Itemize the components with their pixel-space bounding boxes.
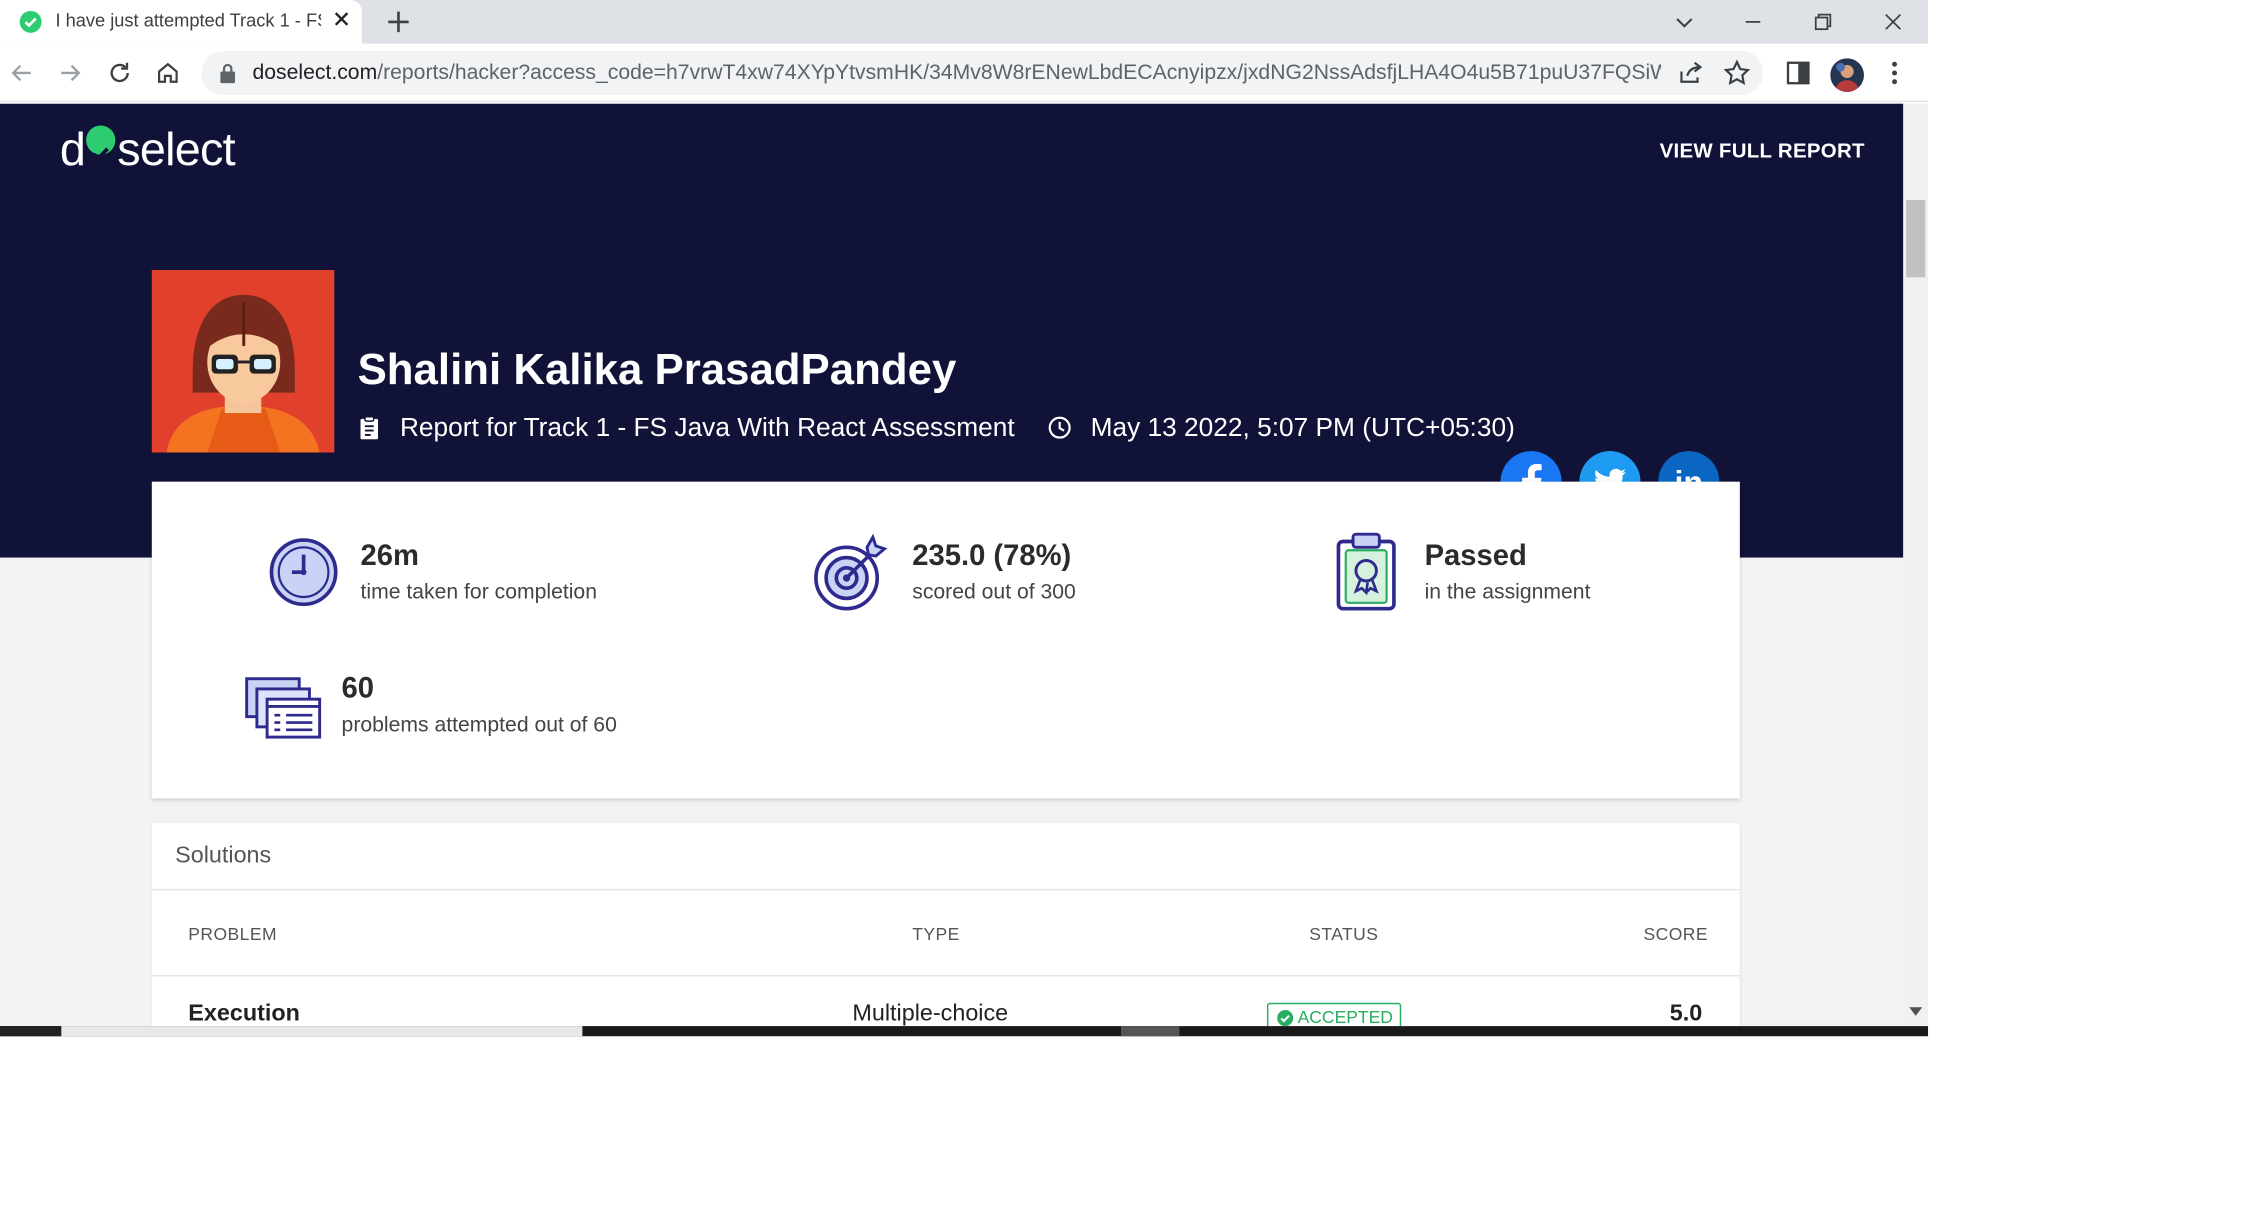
report-title: Report for Track 1 - FS Java With React …	[399, 412, 1015, 442]
page-content: d select VIEW FULL REPORT Shalini Kalika…	[0, 103, 1904, 1027]
time-label: time taken for completion	[360, 580, 597, 605]
taskbar-strip	[0, 1026, 1929, 1037]
logo-check-icon	[86, 125, 116, 162]
browser-window: I have just attempted Track 1 - FS dosel…	[0, 0, 1929, 1037]
row-type: Multiple-choice	[852, 1001, 1009, 1027]
share-icon[interactable]	[1676, 58, 1705, 87]
vertical-scrollbar[interactable]	[1903, 103, 1929, 1027]
score-stat: 235.0 (78%) scored out of 300	[912, 540, 1076, 604]
column-problem[interactable]: PROBLEM	[188, 924, 277, 944]
reload-icon[interactable]	[105, 58, 134, 87]
attempted-value: 60	[341, 672, 375, 705]
row-problem[interactable]: Execution	[188, 1001, 300, 1026]
tab-title: I have just attempted Track 1 - FS	[55, 10, 322, 31]
check-circle-icon	[19, 10, 42, 33]
clipboard-icon	[360, 416, 379, 440]
lock-icon[interactable]	[219, 63, 237, 84]
view-full-report-link[interactable]: VIEW FULL REPORT	[1660, 139, 1865, 162]
forward-arrow-icon[interactable]	[55, 58, 84, 87]
scrollbar-thumb[interactable]	[1906, 199, 1926, 278]
doselect-logo[interactable]: d select	[60, 123, 236, 177]
target-icon	[814, 533, 888, 611]
back-arrow-icon[interactable]	[7, 58, 36, 87]
score-value: 235.0 (78%)	[912, 540, 1072, 573]
certificate-icon	[1336, 532, 1396, 611]
attempted-stat: 60 problems attempted out of 60	[342, 673, 617, 737]
tab-strip: I have just attempted Track 1 - FS	[0, 0, 1929, 44]
result-value: Passed	[1424, 540, 1527, 573]
summary-card: 26m time taken for completion 235.0 (78%…	[151, 481, 1740, 799]
column-score[interactable]: SCORE	[1644, 924, 1708, 944]
new-tab-icon[interactable]	[384, 7, 413, 36]
candidate-name: Shalini Kalika PrasadPandey	[357, 345, 957, 395]
attempted-label: problems attempted out of 60	[341, 713, 617, 738]
score-label: scored out of 300	[912, 580, 1076, 605]
column-status[interactable]: STATUS	[1309, 924, 1378, 944]
close-tab-icon[interactable]	[330, 7, 353, 30]
home-icon[interactable]	[153, 58, 182, 87]
time-value: 26m	[360, 540, 419, 573]
restore-icon[interactable]	[1807, 6, 1839, 38]
result-stat: Passed in the assignment	[1425, 540, 1591, 604]
result-label: in the assignment	[1424, 580, 1591, 605]
browser-tab[interactable]: I have just attempted Track 1 - FS	[0, 0, 362, 44]
close-window-icon[interactable]	[1877, 6, 1909, 38]
solutions-title: Solutions	[151, 823, 1740, 891]
menu-dots-icon[interactable]	[1880, 58, 1909, 87]
avatar-illustration	[151, 270, 335, 453]
minimize-icon[interactable]	[1737, 6, 1769, 38]
tab-search-icon[interactable]	[1668, 6, 1700, 38]
browser-toolbar: doselect.com/reports/hacker?access_code=…	[0, 43, 1929, 103]
bookmark-star-icon[interactable]	[1722, 58, 1751, 87]
url-text[interactable]: doselect.com/reports/hacker?access_code=…	[253, 61, 1662, 84]
time-stat: 26m time taken for completion	[361, 540, 597, 604]
row-score: 5.0	[1669, 1001, 1703, 1027]
clock-stat-icon	[269, 538, 338, 607]
profile-avatar[interactable]	[1830, 58, 1864, 92]
profile-avatar-image	[1830, 58, 1864, 92]
problems-icon	[245, 677, 322, 739]
side-panel-icon[interactable]	[1784, 58, 1813, 87]
report-datetime: May 13 2022, 5:07 PM (UTC+05:30)	[1090, 412, 1515, 442]
table-divider	[151, 975, 1740, 977]
address-bar[interactable]: doselect.com/reports/hacker?access_code=…	[201, 51, 1764, 95]
solutions-panel: Solutions PROBLEM TYPE STATUS SCORE Exec…	[151, 823, 1740, 1027]
clock-icon	[1048, 417, 1071, 440]
scroll-down-arrow-icon[interactable]	[1909, 1007, 1923, 1016]
column-type[interactable]: TYPE	[912, 924, 960, 944]
check-circle-icon	[1277, 1010, 1294, 1027]
status-badge: ACCEPTED	[1266, 1002, 1402, 1027]
report-meta: Report for Track 1 - FS Java With React …	[358, 412, 1515, 444]
candidate-avatar	[151, 270, 335, 453]
